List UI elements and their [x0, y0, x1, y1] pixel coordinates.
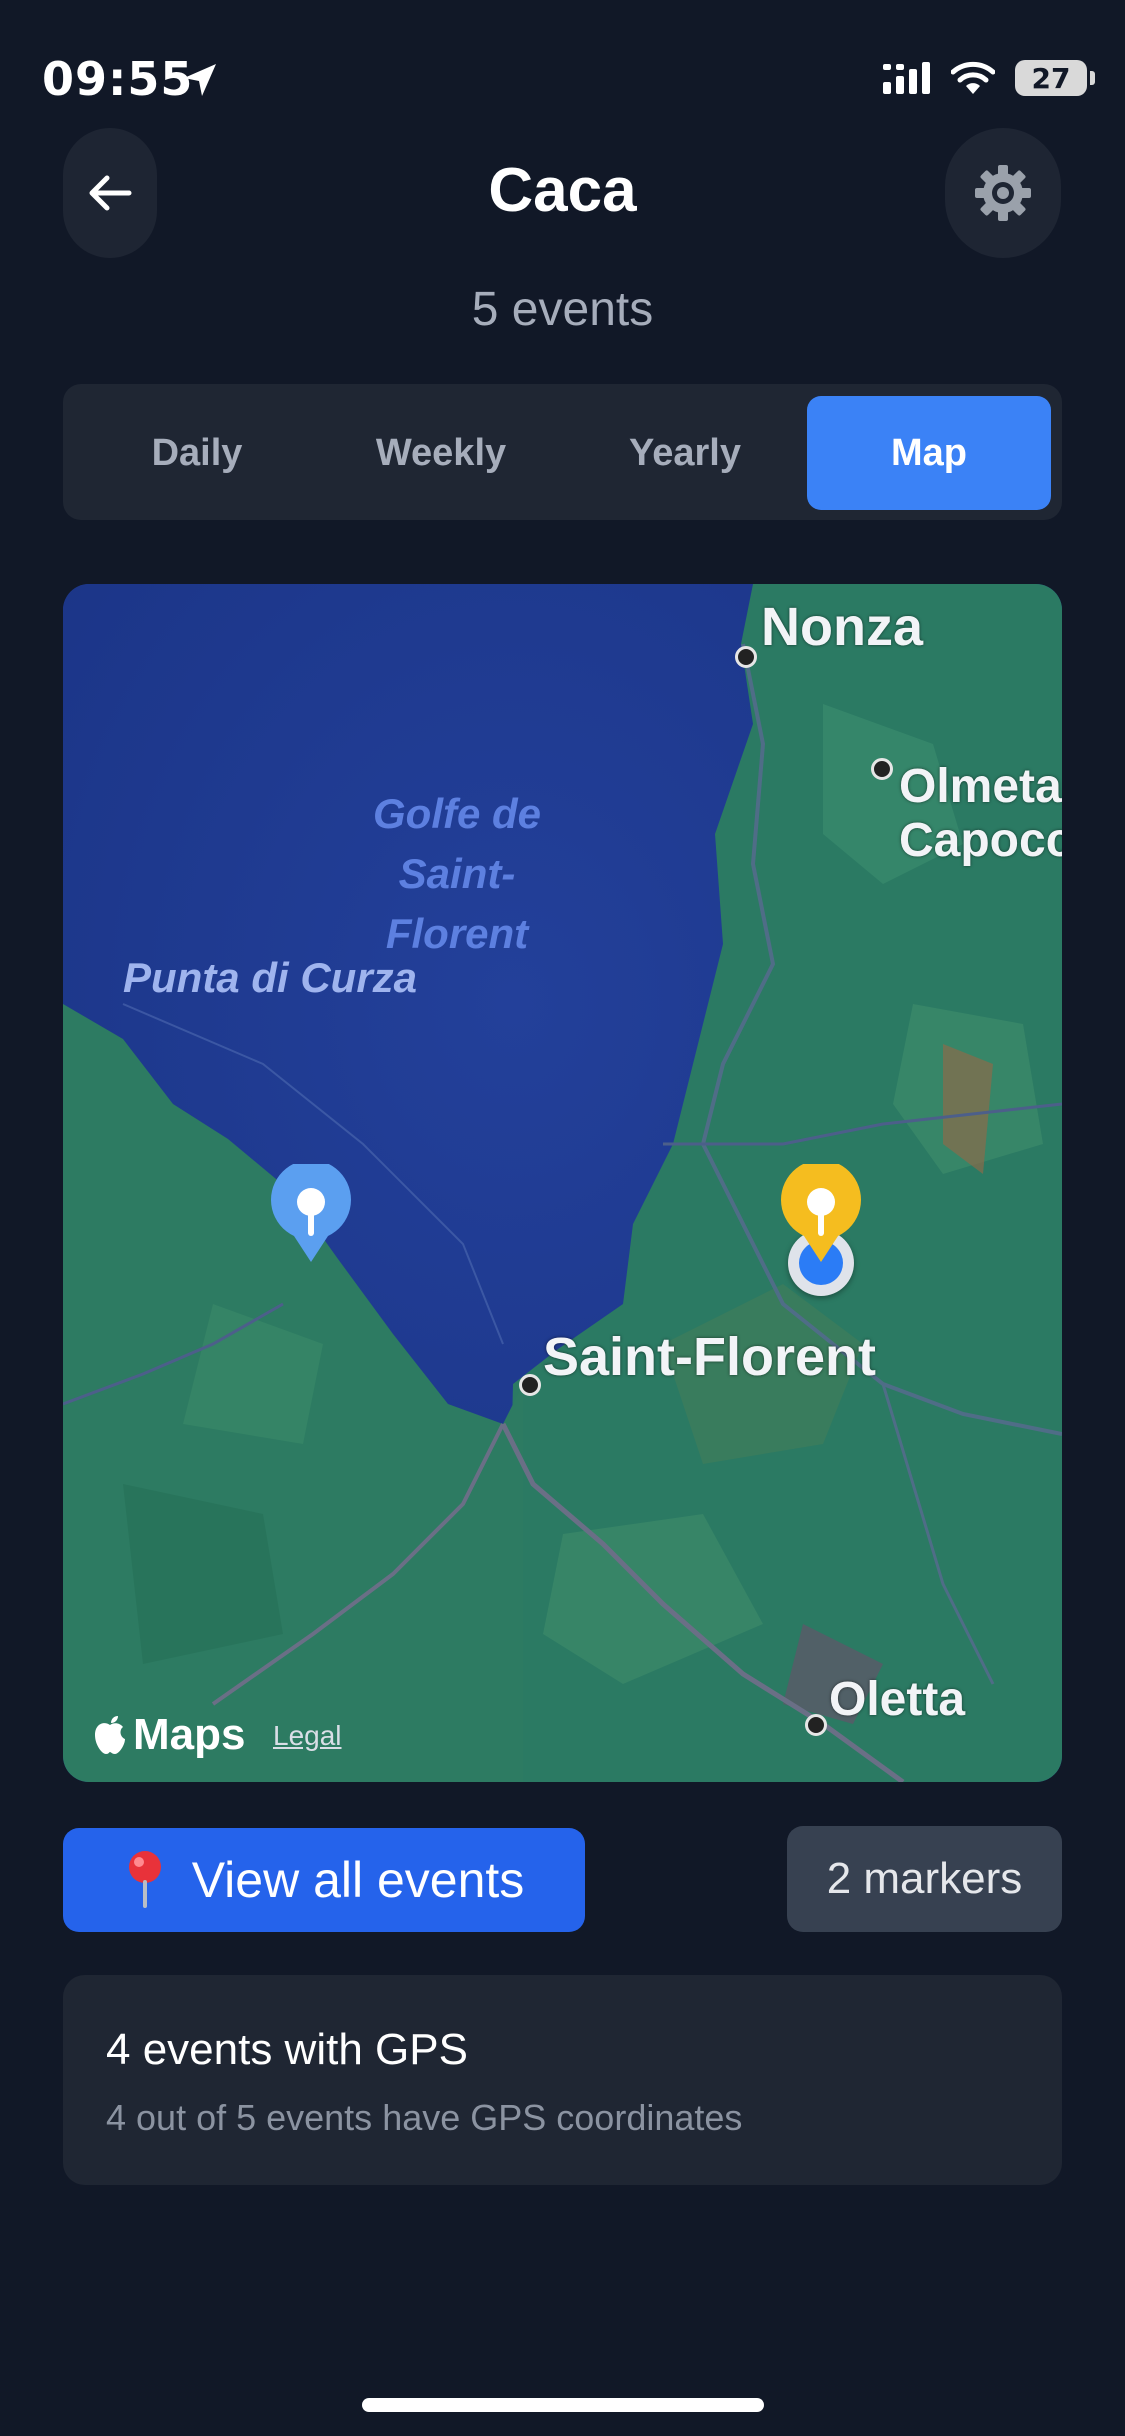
map-view[interactable]: Golfe de Saint- Florent Punta di Curza N… [63, 584, 1062, 1782]
gear-icon [975, 165, 1031, 221]
yellow-marker-pin[interactable] [776, 1164, 866, 1264]
town-dot-nonza [735, 646, 757, 668]
map-label-cape: Punta di Curza [123, 954, 418, 1001]
battery-indicator: 27 [1015, 60, 1095, 96]
legal-link[interactable]: Legal [273, 1720, 342, 1752]
map-label-saint-florent: Saint-Florent [543, 1327, 876, 1387]
tab-weekly[interactable]: Weekly [319, 396, 563, 510]
blue-marker-pin[interactable] [266, 1164, 356, 1264]
status-time: 09:55 [42, 52, 194, 106]
apple-logo-icon [95, 1716, 125, 1754]
pin-icon [128, 1851, 161, 1908]
tab-map[interactable]: Map [807, 396, 1051, 510]
view-all-events-button[interactable]: View all events [63, 1828, 585, 1932]
gps-summary-card: 4 events with GPS 4 out of 5 events have… [63, 1975, 1062, 2185]
home-indicator[interactable] [362, 2398, 764, 2412]
status-indicators: 27 [883, 60, 1095, 96]
maps-wordmark: Maps [133, 1710, 246, 1759]
location-arrow-icon [184, 64, 216, 96]
map-label-gulf-line1: Golfe de [373, 790, 542, 837]
markers-count-badge: 2 markers [787, 1826, 1062, 1932]
town-dot-olmeta [871, 758, 893, 780]
apple-maps-attribution: Maps [93, 1710, 245, 1760]
town-dot-saint-florent [519, 1374, 541, 1396]
tab-yearly[interactable]: Yearly [563, 396, 807, 510]
map-label-olmeta: Olmeta Capocc [899, 760, 1062, 868]
town-dot-oletta [805, 1714, 827, 1736]
map-label-gulf: Golfe de Saint- Florent [373, 784, 541, 964]
settings-button[interactable] [945, 128, 1061, 258]
map-label-gulf-line2: Saint- [398, 850, 516, 897]
map-label-olmeta-line2: Capocc [899, 814, 1062, 867]
map-label-oletta: Oletta [829, 1673, 966, 1726]
cellular-signal-icon [883, 62, 930, 94]
map-label-nonza: Nonza [761, 597, 923, 657]
battery-level: 27 [1031, 61, 1071, 95]
status-bar: 09:55 27 [0, 0, 1125, 150]
event-count: 5 events [471, 283, 654, 336]
wifi-icon [951, 61, 995, 94]
map-label-olmeta-line1: Olmeta [899, 760, 1062, 813]
tab-daily[interactable]: Daily [75, 396, 319, 510]
gps-card-subtitle: 4 out of 5 events have GPS coordinates [106, 2097, 743, 2138]
gps-card-title: 4 events with GPS [106, 2025, 468, 2074]
view-tabs: Daily Weekly Yearly Map [63, 384, 1062, 520]
view-all-events-label: View all events [191, 1852, 525, 1908]
